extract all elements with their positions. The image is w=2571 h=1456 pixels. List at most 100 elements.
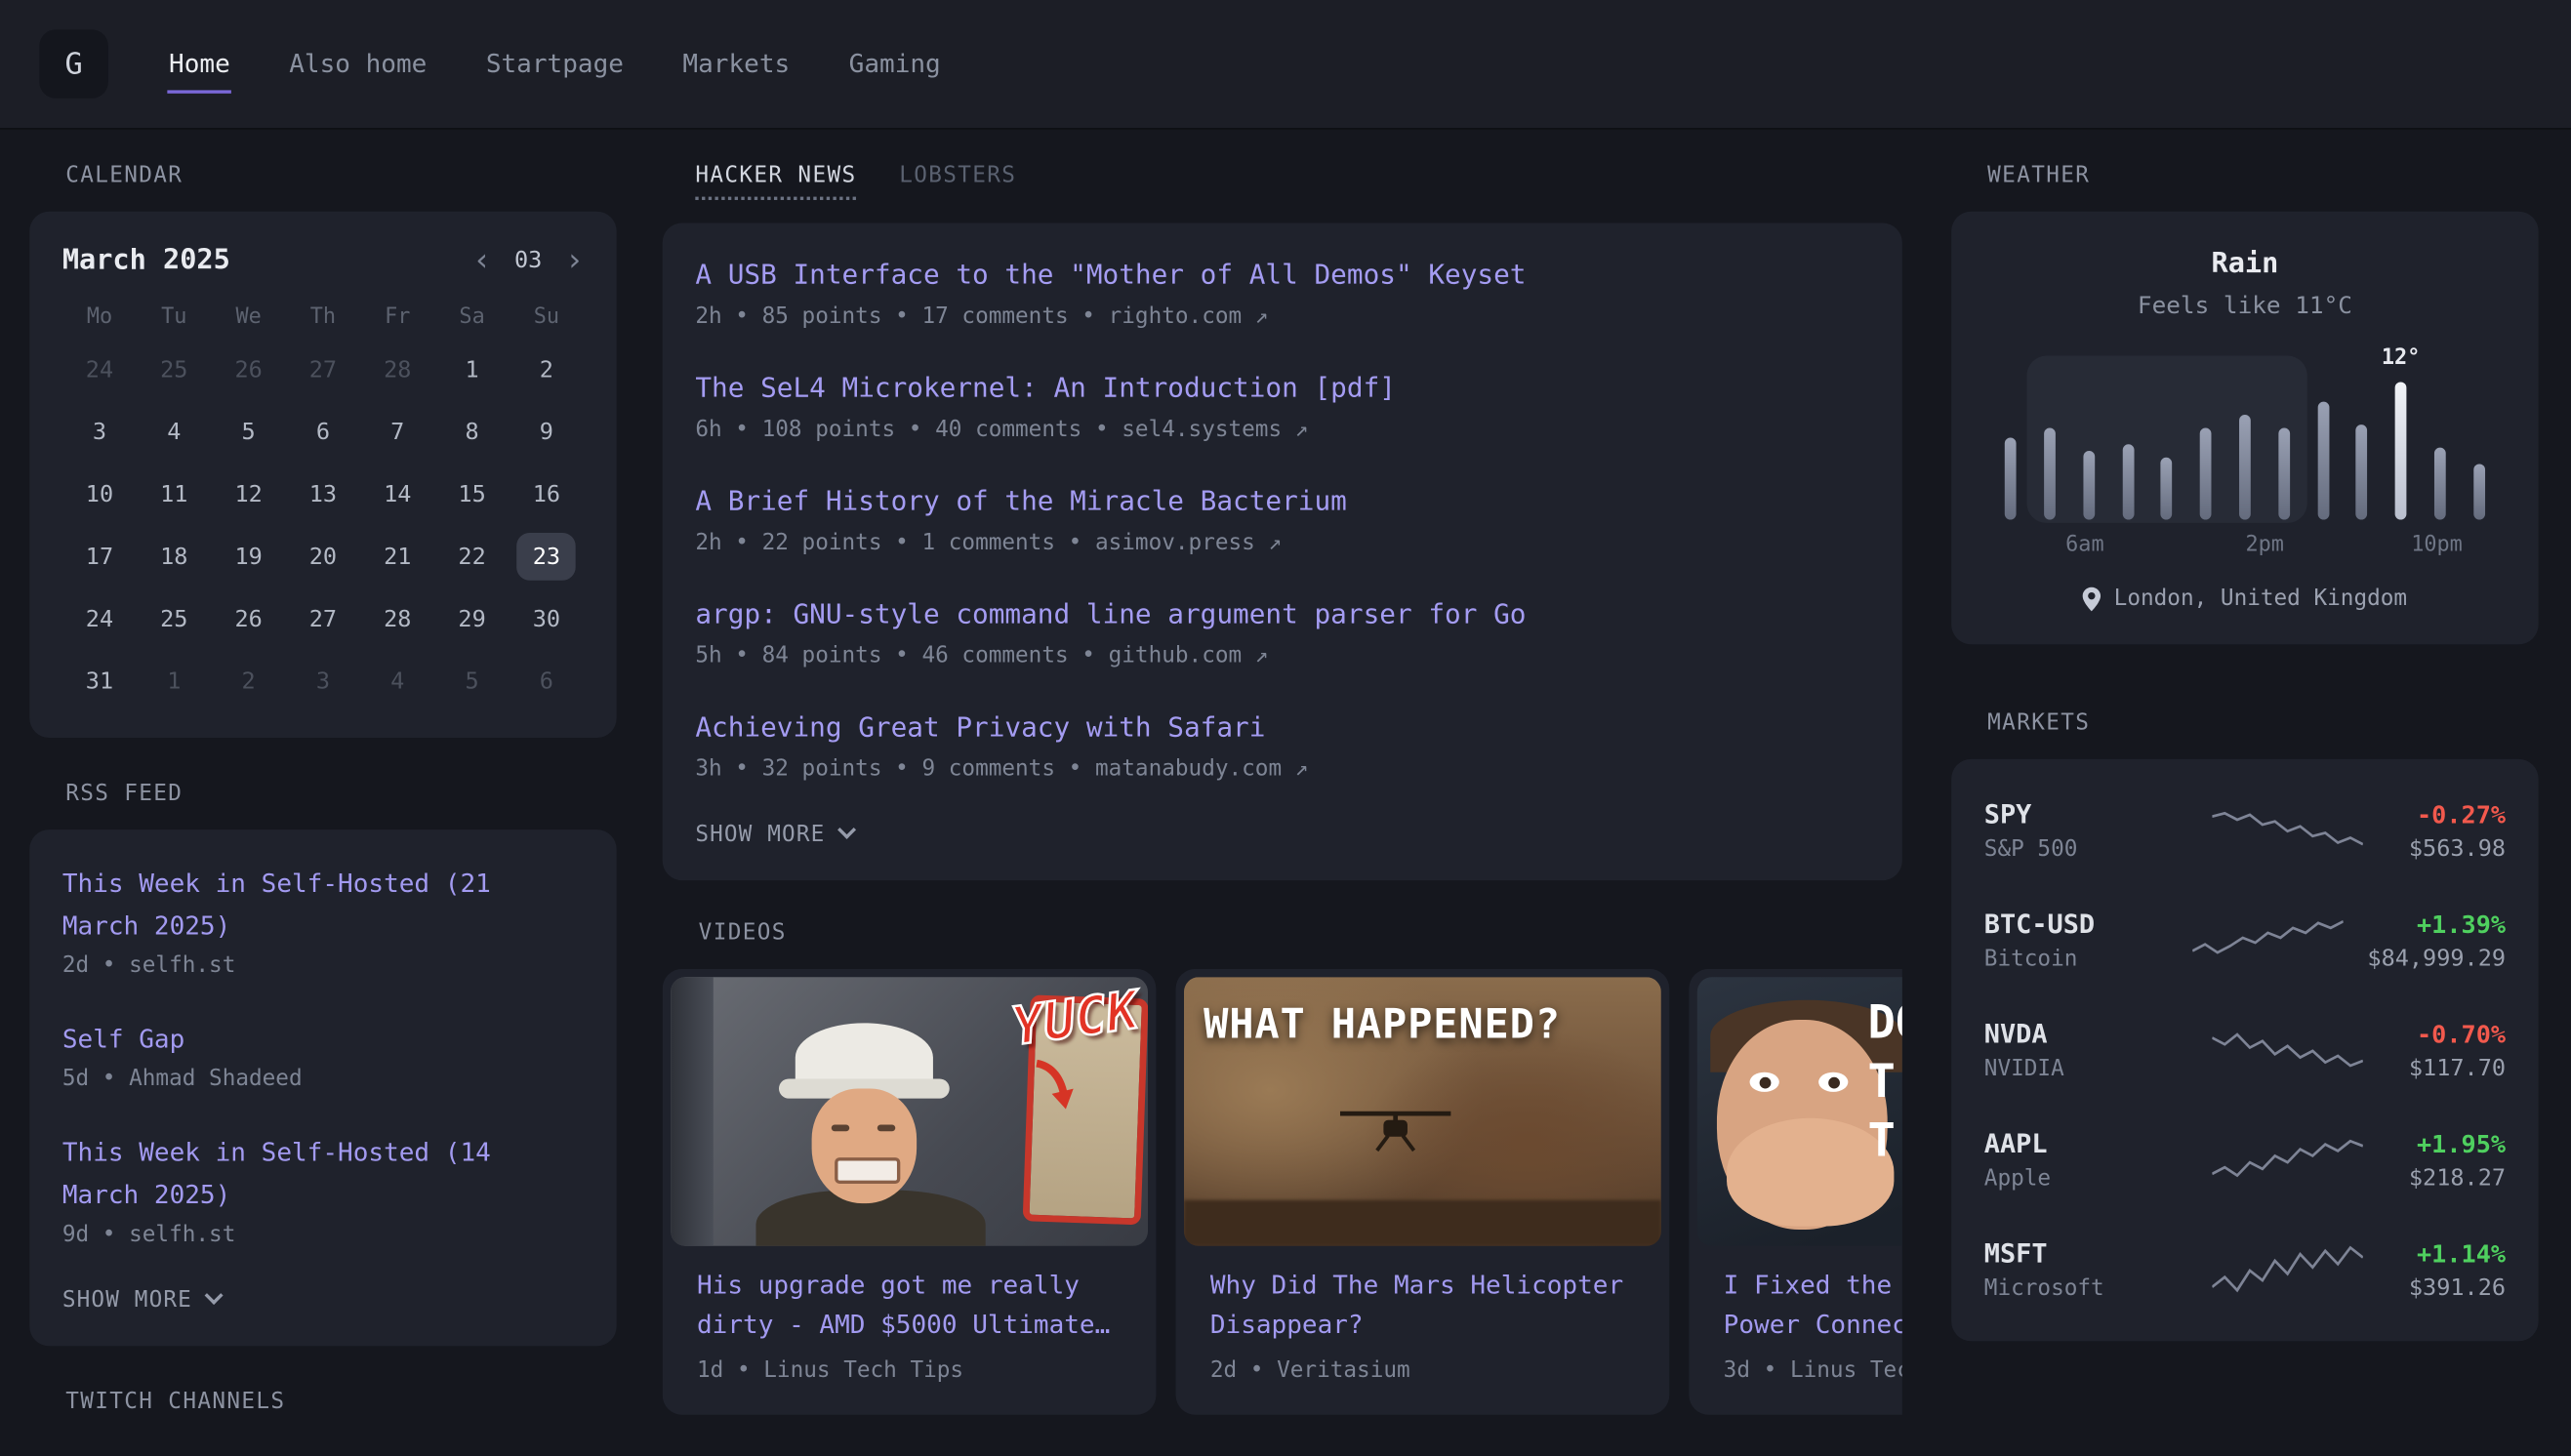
market-row-aapl[interactable]: AAPL Apple +1.95%$218.27 xyxy=(1984,1105,2506,1215)
calendar-day: 23 xyxy=(510,533,584,581)
market-change: -0.70% xyxy=(2409,1019,2506,1048)
calendar-section-title: CALENDAR xyxy=(65,162,616,188)
video-thumbnail[interactable]: YUCK xyxy=(671,977,1148,1246)
rss-item-meta: 5d • Ahmad Shadeed xyxy=(62,1066,584,1092)
weather-bar xyxy=(2473,464,2485,519)
nav-item-markets[interactable]: Markets xyxy=(681,35,792,93)
videos-section-title: VIDEOS xyxy=(699,919,1902,946)
rss-show-more-button[interactable]: SHOW MORE xyxy=(62,1287,584,1314)
video-thumbnail[interactable]: WHAT HAPPENED? xyxy=(1184,977,1661,1246)
video-title[interactable]: Why Did The Mars HelicopterDisappear? xyxy=(1210,1266,1635,1345)
market-change-block: +1.95%$218.27 xyxy=(2409,1129,2506,1192)
video-thumbnail[interactable]: DOTT xyxy=(1697,977,1902,1246)
nav-items: Home Also home Startpage Markets Gaming xyxy=(167,35,942,93)
rss-item: Self Gap 5d • Ahmad Shadeed xyxy=(62,1018,584,1092)
news-item-meta: 3h • 32 points • 9 comments • matanabudy… xyxy=(695,755,1869,782)
calendar-day: 2 xyxy=(211,658,285,706)
rss-list: This Week in Self-Hosted (21 March 2025)… xyxy=(62,863,584,1248)
calendar-day: 20 xyxy=(286,533,360,581)
calendar-next-button[interactable]: › xyxy=(565,245,584,276)
market-symbol-block: SPY S&P 500 xyxy=(1984,798,2168,863)
weather-bar xyxy=(2317,402,2329,520)
market-row-msft[interactable]: MSFTMicrosoft+1.14%$391.26 xyxy=(1984,1215,2506,1325)
markets-section-title: MARKETS xyxy=(1987,709,2538,736)
markets-list: SPYS&P 500-0.27%$563.98BTC-USDBitcoin+1.… xyxy=(1984,776,2506,1325)
market-name: Bitcoin xyxy=(1984,946,2168,972)
market-name: S&P 500 xyxy=(1984,836,2168,863)
market-row-nvda[interactable]: NVDANVIDIA-0.70%$117.70 xyxy=(1984,995,2506,1106)
nav-item-gaming[interactable]: Gaming xyxy=(847,35,942,93)
weather-bar xyxy=(2395,382,2407,519)
calendar-month-label: March 2025 xyxy=(62,244,472,277)
video-title[interactable]: I Fixed the 5Power Connect xyxy=(1724,1266,1902,1345)
market-sparkline xyxy=(2168,1243,2409,1296)
market-symbol[interactable]: MSFT xyxy=(1984,1237,2168,1269)
navbar: G Home Also home Startpage Markets Gaming xyxy=(0,0,2571,128)
market-symbol-block: MSFTMicrosoft xyxy=(1984,1237,2168,1302)
market-symbol[interactable]: BTC-USD xyxy=(1984,909,2168,940)
market-name: NVIDIA xyxy=(1984,1056,2168,1082)
rss-item-title[interactable]: This Week in Self-Hosted (14 March 2025) xyxy=(62,1131,557,1216)
market-sparkline xyxy=(2168,1134,2409,1187)
weather-time-label: 10pm xyxy=(2411,533,2463,557)
nav-item-also-home[interactable]: Also home xyxy=(288,35,428,93)
market-row-spy[interactable]: SPYS&P 500-0.27%$563.98 xyxy=(1984,776,2506,886)
weather-time-label: 6am xyxy=(2065,533,2103,557)
rss-item: This Week in Self-Hosted (14 March 2025)… xyxy=(62,1131,584,1247)
market-symbol[interactable]: SPY xyxy=(1984,798,2168,829)
market-change-block: +1.39%$84,999.29 xyxy=(2367,910,2506,972)
weather-bars: 12° xyxy=(1991,362,2500,519)
market-row-btc-usd[interactable]: BTC-USD Bitcoin +1.39%$84,999.29 xyxy=(1984,885,2506,995)
market-change: +1.95% xyxy=(2409,1129,2506,1158)
calendar-day: 1 xyxy=(137,658,211,706)
chevron-down-icon xyxy=(205,1286,224,1305)
video-text: I Fixed the 5Power Connect3d • Linus Tec… xyxy=(1697,1246,1902,1407)
calendar-day: 14 xyxy=(360,470,434,518)
rss-item-title[interactable]: Self Gap xyxy=(62,1018,557,1061)
location-pin-icon xyxy=(2083,586,2101,611)
calendar-day: 4 xyxy=(360,658,434,706)
app-logo[interactable]: G xyxy=(39,29,108,99)
market-symbol[interactable]: NVDA xyxy=(1984,1018,2168,1049)
news-item-title[interactable]: The SeL4 Microkernel: An Introduction [p… xyxy=(695,369,1869,407)
news-item-title[interactable]: Achieving Great Privacy with Safari xyxy=(695,708,1869,747)
dashboard: G Home Also home Startpage Markets Gaming CA… xyxy=(0,0,2571,1456)
face-art xyxy=(812,1089,918,1204)
news-item-title[interactable]: A USB Interface to the "Mother of All De… xyxy=(695,256,1869,294)
weather-bar xyxy=(2278,427,2290,519)
news-item: The SeL4 Microkernel: An Introduction [p… xyxy=(695,369,1869,443)
calendar-day: 3 xyxy=(286,658,360,706)
calendar-prev-button[interactable]: ‹ xyxy=(472,245,491,276)
video-card: YUCK His upgrade got me reallydirty - AMD… xyxy=(663,969,1157,1415)
news-item-title[interactable]: A Brief History of the Miracle Bacterium xyxy=(695,482,1869,520)
news-item-title[interactable]: argp: GNU-style command line argument pa… xyxy=(695,595,1869,633)
nav-item-home[interactable]: Home xyxy=(167,35,231,93)
weather-peak-temp: 12° xyxy=(2382,345,2420,370)
market-sparkline xyxy=(2168,914,2367,967)
tab-hacker-news[interactable]: HACKER NEWS xyxy=(695,162,856,200)
market-name: Apple xyxy=(1984,1165,2168,1192)
calendar-day: 6 xyxy=(510,658,584,706)
weather-bar xyxy=(2122,444,2134,519)
video-title[interactable]: His upgrade got me reallydirty - AMD $50… xyxy=(697,1266,1122,1345)
weather-bar xyxy=(2161,458,2173,520)
market-change: +1.39% xyxy=(2367,910,2506,939)
calendar-widget: March 2025 ‹ 03 › MoTuWeThFrSaSu24252627… xyxy=(29,212,616,738)
rss-item: This Week in Self-Hosted (21 March 2025)… xyxy=(62,863,584,979)
news-show-more-button[interactable]: SHOW MORE xyxy=(695,822,1869,848)
market-symbol[interactable]: AAPL xyxy=(1984,1128,2168,1159)
calendar-day: 26 xyxy=(211,345,285,393)
calendar-day: 9 xyxy=(510,408,584,456)
news-item: argp: GNU-style command line argument pa… xyxy=(695,595,1869,669)
calendar-day: 25 xyxy=(137,595,211,643)
calendar-header: March 2025 ‹ 03 › xyxy=(62,244,584,277)
calendar-weekday: Tu xyxy=(137,303,211,332)
nav-item-startpage[interactable]: Startpage xyxy=(484,35,625,93)
weather-bar xyxy=(2434,448,2446,520)
calendar-day: 16 xyxy=(510,470,584,518)
thumbnail-overlay-text: WHAT HAPPENED? xyxy=(1204,1000,1648,1048)
calendar-grid: MoTuWeThFrSaSu24252627281234567891011121… xyxy=(62,303,584,706)
rss-item-title[interactable]: This Week in Self-Hosted (21 March 2025) xyxy=(62,863,557,948)
calendar-day: 19 xyxy=(211,533,285,581)
tab-lobsters[interactable]: LOBSTERS xyxy=(899,162,1016,200)
